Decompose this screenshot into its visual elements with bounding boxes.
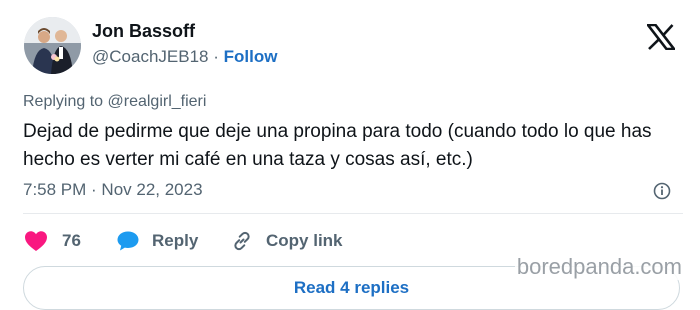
separator-dot: · xyxy=(213,47,219,66)
copy-link-button[interactable]: Copy link xyxy=(230,228,343,254)
info-icon[interactable] xyxy=(653,182,671,200)
boredpanda-watermark: boredpanda.com xyxy=(514,254,684,280)
replying-to-context: Replying to @realgirl_fieri xyxy=(23,93,207,110)
author-handle-line: @CoachJEB18 · Follow xyxy=(92,47,277,67)
like-button[interactable]: 76 xyxy=(24,228,81,254)
author-handle[interactable]: @CoachJEB18 xyxy=(92,47,209,66)
tweet-text: Dejad de pedirme que deje una propina pa… xyxy=(23,121,652,170)
like-count: 76 xyxy=(62,231,81,250)
reply-label: Reply xyxy=(152,231,199,250)
tweet-timestamp[interactable]: 7:58 PM · Nov 22, 2023 xyxy=(23,180,203,200)
speech-bubble-icon xyxy=(116,230,140,252)
heart-icon xyxy=(24,230,48,252)
avatar[interactable] xyxy=(24,17,81,74)
copy-link-label: Copy link xyxy=(266,231,343,250)
link-icon xyxy=(230,229,254,253)
author-display-name[interactable]: Jon Bassoff xyxy=(92,21,195,42)
follow-button[interactable]: Follow xyxy=(224,47,278,66)
x-logo-icon[interactable] xyxy=(645,23,677,51)
reply-button[interactable]: Reply xyxy=(116,228,198,254)
divider xyxy=(23,213,683,214)
